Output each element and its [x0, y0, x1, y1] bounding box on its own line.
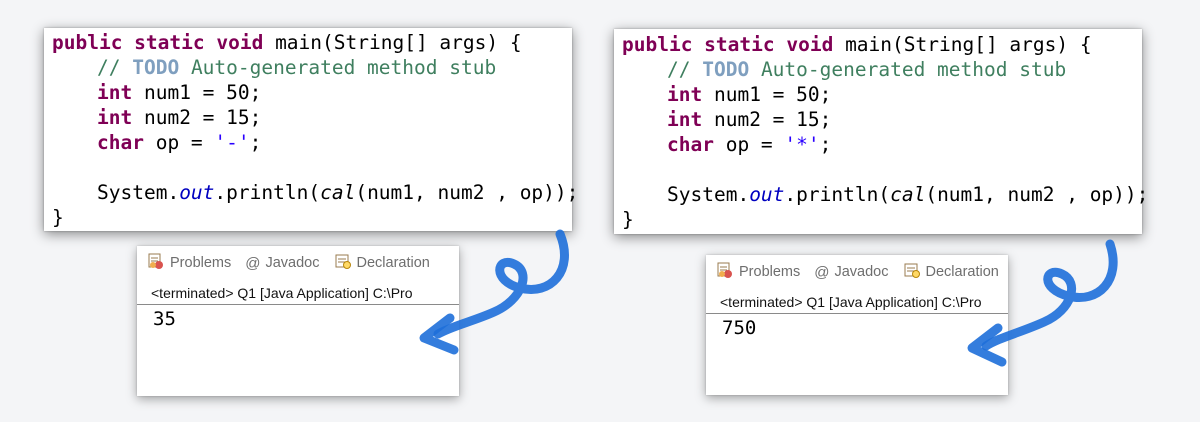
console-output: 35 [153, 308, 176, 330]
code-line-num2: int num2 = 15; [667, 107, 831, 132]
tab-problems[interactable]: Problems [716, 261, 800, 283]
println-call: .println( [784, 183, 891, 206]
code-line-num1: int num1 = 50; [97, 80, 261, 105]
decl-num2: num2 = 15; [702, 108, 832, 131]
char-literal: '-' [214, 131, 250, 154]
code-line-num1: int num1 = 50; [667, 82, 831, 107]
tab-javadoc-label: Javadoc [834, 264, 889, 280]
curved-arrow-icon [967, 239, 1118, 367]
keyword-signature: public static void [622, 33, 834, 56]
call-args: (num1, num2 , op)); [925, 183, 1149, 206]
decl-num1: num1 = 50; [132, 81, 262, 104]
right-code-editor: public static void main(String[] args) {… [614, 29, 1148, 234]
code-line-comment: // TODO Auto-generated method stub [97, 55, 496, 80]
system-class: System. [667, 183, 750, 206]
type-int: int [667, 83, 703, 106]
closing-brace: } [52, 206, 64, 229]
console-output: 750 [722, 317, 757, 339]
char-literal: '*' [784, 133, 820, 156]
decl-num2: num2 = 15; [132, 106, 262, 129]
tab-problems[interactable]: Problems [147, 252, 231, 274]
decl-op: op = [713, 133, 785, 156]
signature-rest: main(String[] args) { [263, 31, 522, 54]
comment-prefix: // [97, 56, 133, 79]
curved-arrow-icon [419, 229, 569, 355]
type-int: int [667, 108, 703, 131]
closing-brace: } [622, 208, 634, 231]
println-call: .println( [214, 181, 321, 204]
cal-method: cal [320, 181, 356, 204]
code-line-closing-brace: } [52, 205, 64, 230]
type-char: char [667, 133, 714, 156]
tab-javadoc[interactable]: @ Javadoc [814, 264, 888, 281]
at-sign-icon: @ [814, 263, 830, 281]
decl-op: op = [143, 131, 215, 154]
code-line-op: char op = '*'; [667, 132, 831, 157]
tab-javadoc-label: Javadoc [265, 255, 320, 271]
code-line-comment: // TODO Auto-generated method stub [667, 57, 1066, 82]
code-line-signature: public static void main(String[] args) { [622, 32, 1092, 57]
problems-icon [147, 252, 165, 274]
signature-rest: main(String[] args) { [833, 33, 1092, 56]
out-field: out [179, 181, 215, 204]
decl-num1: num1 = 50; [702, 83, 832, 106]
code-line-println: System.out.println(cal(num1, num2 , op))… [667, 182, 1148, 207]
tab-problems-label: Problems [739, 264, 801, 280]
system-class: System. [97, 181, 180, 204]
comment-todo: TODO [132, 56, 180, 79]
code-line-num2: int num2 = 15; [97, 105, 261, 130]
tab-problems-label: Problems [170, 255, 232, 271]
comment-rest: Auto-generated method stub [179, 56, 497, 79]
code-line-op: char op = '-'; [97, 130, 261, 155]
comment-todo: TODO [702, 58, 750, 81]
type-int: int [97, 106, 133, 129]
out-field: out [749, 183, 785, 206]
keyword-signature: public static void [52, 31, 264, 54]
left-code-editor: public static void main(String[] args) {… [44, 28, 578, 231]
code-line-println: System.out.println(cal(num1, num2 , op))… [97, 180, 578, 205]
at-sign-icon: @ [245, 254, 261, 272]
comment-rest: Auto-generated method stub [749, 58, 1067, 81]
semicolon: ; [819, 133, 832, 156]
comment-prefix: // [667, 58, 703, 81]
code-line-closing-brace: } [622, 207, 634, 232]
declaration-icon [334, 252, 352, 274]
cal-method: cal [890, 183, 926, 206]
declaration-icon [903, 261, 921, 283]
semicolon: ; [249, 131, 262, 154]
code-line-signature: public static void main(String[] args) { [52, 30, 522, 55]
call-args: (num1, num2 , op)); [355, 181, 579, 204]
type-int: int [97, 81, 133, 104]
type-char: char [97, 131, 144, 154]
problems-icon [716, 261, 734, 283]
tab-javadoc[interactable]: @ Javadoc [245, 255, 319, 272]
